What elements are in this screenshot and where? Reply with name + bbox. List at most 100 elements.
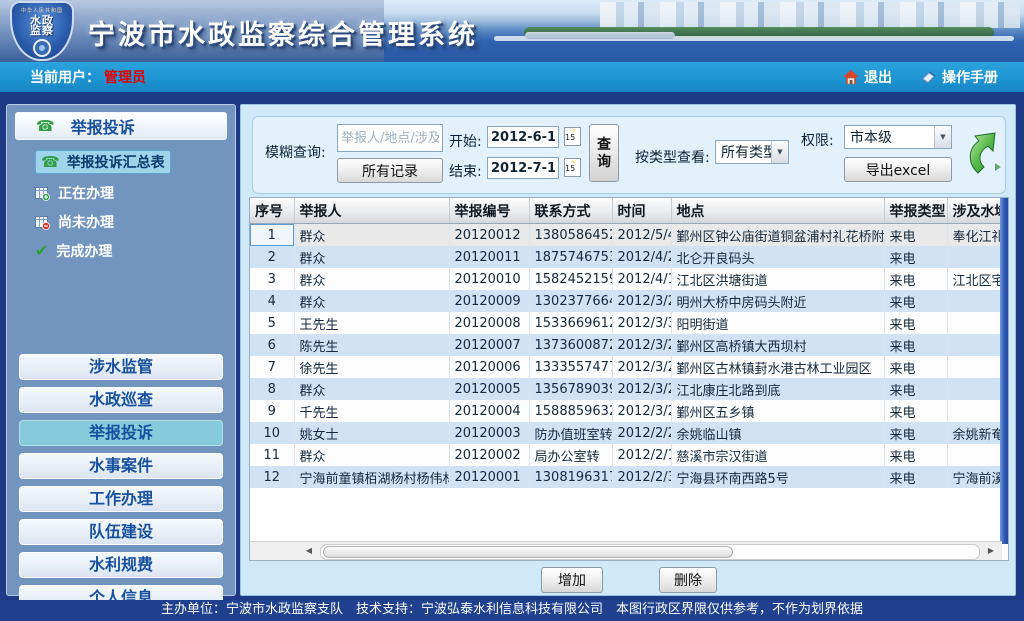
table-row[interactable]: 5王先生20120008153366961212012/3/31阳明街道来电 [250, 312, 1002, 334]
table-cell[interactable]: 13023776649 [529, 290, 612, 312]
table-cell[interactable]: 13081963176 [529, 466, 612, 488]
table-cell[interactable]: 20120002 [449, 444, 529, 466]
table-cell[interactable]: 来电 [884, 334, 947, 356]
table-cell[interactable]: 20120003 [449, 422, 529, 444]
sidebar-section-header[interactable]: ☎ 举报投诉 [15, 112, 227, 140]
start-calendar-icon[interactable]: 15 [564, 127, 581, 146]
table-cell[interactable] [947, 246, 1002, 268]
table-row[interactable]: 8群众20120005135678903902012/3/26江北康庄北路到底来… [250, 378, 1002, 400]
table-row[interactable]: 3群众20120010158245215972012/4/17江北区洪塘街道来电… [250, 268, 1002, 290]
table-cell[interactable]: 18757467537 [529, 246, 612, 268]
table-cell[interactable]: 千先生 [294, 400, 449, 422]
table-cell[interactable]: 2012/2/10 [612, 444, 671, 466]
refresh-icon[interactable] [965, 127, 1007, 179]
table-cell[interactable]: 群众 [294, 246, 449, 268]
table-cell[interactable]: 11 [250, 444, 294, 466]
table-cell[interactable] [947, 312, 1002, 334]
permission-dropdown[interactable]: 市本级 ▼ [844, 125, 952, 149]
sidebar-item-not-handled[interactable]: 尚未办理 [35, 212, 235, 232]
table-cell[interactable]: 2 [250, 246, 294, 268]
table-cell[interactable]: 2012/3/26 [612, 378, 671, 400]
table-cell[interactable]: 20120009 [449, 290, 529, 312]
delete-button[interactable]: 删除 [659, 567, 717, 593]
module-water-patrol[interactable]: 水政巡查 [19, 387, 223, 413]
table-cell[interactable]: 慈溪市宗汉街道 [671, 444, 884, 466]
table-cell[interactable]: 20120012 [449, 224, 529, 247]
table-cell[interactable]: 群众 [294, 224, 449, 247]
table-cell[interactable]: 5 [250, 312, 294, 334]
table-cell[interactable]: 20120011 [449, 246, 529, 268]
module-water-supervision[interactable]: 涉水监管 [19, 354, 223, 380]
table-cell[interactable]: 20120001 [449, 466, 529, 488]
table-cell[interactable]: 2012/3/23 [612, 400, 671, 422]
table-cell[interactable]: 宁海前溪 [947, 466, 1002, 488]
table-cell[interactable]: 20120005 [449, 378, 529, 400]
logout-button[interactable]: 退出 [843, 67, 892, 87]
table-cell[interactable] [947, 334, 1002, 356]
table-cell[interactable]: 15824521597 [529, 268, 612, 290]
export-excel-button[interactable]: 导出excel [844, 157, 952, 182]
table-cell[interactable]: 来电 [884, 400, 947, 422]
table-cell[interactable]: 来电 [884, 312, 947, 334]
table-cell[interactable]: 20120008 [449, 312, 529, 334]
query-button[interactable]: 查询 [589, 124, 619, 182]
table-cell[interactable]: 6 [250, 334, 294, 356]
table-cell[interactable]: 2012/2/3 [612, 466, 671, 488]
add-button[interactable]: 增加 [541, 567, 603, 593]
table-cell[interactable]: 群众 [294, 378, 449, 400]
table-cell[interactable]: 陈先生 [294, 334, 449, 356]
table-row[interactable]: 7徐先生20120006133355747782012/3/29鄞州区古林镇葑水… [250, 356, 1002, 378]
scrollbar-thumb[interactable] [323, 546, 733, 558]
column-header[interactable]: 联系方式 [529, 198, 612, 224]
table-cell[interactable]: 鄞州区古林镇葑水港古林工业园区 [671, 356, 884, 378]
table-cell[interactable]: 20120004 [449, 400, 529, 422]
module-work-handling[interactable]: 工作办理 [19, 486, 223, 512]
table-cell[interactable]: 13567890390 [529, 378, 612, 400]
table-cell[interactable]: 宁海县环南西路5号 [671, 466, 884, 488]
table-cell[interactable]: 1 [250, 224, 294, 247]
table-cell[interactable]: 10 [250, 422, 294, 444]
table-row[interactable]: 1群众20120012138058645282012/5/4鄞州区钟公庙街道铜盆… [250, 224, 1002, 247]
column-header[interactable]: 举报类型 [884, 198, 947, 224]
table-cell[interactable] [947, 290, 1002, 312]
table-cell[interactable]: 徐先生 [294, 356, 449, 378]
table-cell[interactable] [947, 444, 1002, 466]
horizontal-scrollbar[interactable]: ◀ ▶ [250, 541, 1002, 560]
table-cell[interactable]: 2012/4/17 [612, 268, 671, 290]
table-cell[interactable]: 群众 [294, 290, 449, 312]
table-cell[interactable]: 3 [250, 268, 294, 290]
table-cell[interactable]: 姚女士 [294, 422, 449, 444]
column-header[interactable]: 地点 [671, 198, 884, 224]
table-cell[interactable]: 20120006 [449, 356, 529, 378]
module-water-cases[interactable]: 水事案件 [19, 453, 223, 479]
table-cell[interactable]: 余姚新奄 [947, 422, 1002, 444]
table-cell[interactable]: 2012/2/23 [612, 422, 671, 444]
table-cell[interactable] [947, 378, 1002, 400]
table-row[interactable]: 9千先生20120004158885963252012/3/23鄞州区五乡镇来电 [250, 400, 1002, 422]
table-cell[interactable]: 阳明街道 [671, 312, 884, 334]
all-records-button[interactable]: 所有记录 [337, 158, 443, 183]
table-cell[interactable]: 2012/3/29 [612, 334, 671, 356]
end-date-input[interactable] [487, 157, 559, 179]
table-cell[interactable]: 13335574778 [529, 356, 612, 378]
table-row[interactable]: 2群众20120011187574675372012/4/23北仑开良码头来电 [250, 246, 1002, 268]
table-cell[interactable] [947, 356, 1002, 378]
sidebar-item-in-progress[interactable]: 正在办理 [35, 183, 235, 203]
table-cell[interactable] [947, 400, 1002, 422]
table-row[interactable]: 6陈先生20120007137360087292012/3/29鄞州区高桥镇大西… [250, 334, 1002, 356]
table-cell[interactable]: 来电 [884, 290, 947, 312]
table-cell[interactable]: 宁海前童镇栢湖杨村杨伟林 [294, 466, 449, 488]
sidebar-item-summary-table[interactable]: ☎ 举报投诉汇总表 [35, 150, 235, 174]
table-row[interactable]: 11群众20120002局办公室转2012/2/10慈溪市宗汉街道来电 [250, 444, 1002, 466]
column-header[interactable]: 举报编号 [449, 198, 529, 224]
table-cell[interactable]: 13805864528 [529, 224, 612, 247]
table-cell[interactable]: 群众 [294, 268, 449, 290]
sidebar-item-completed[interactable]: ✔ 完成办理 [35, 241, 235, 261]
table-cell[interactable]: 防办值班室转 [529, 422, 612, 444]
table-cell[interactable]: 北仑开良码头 [671, 246, 884, 268]
table-cell[interactable]: 15336696121 [529, 312, 612, 334]
table-cell[interactable]: 20120010 [449, 268, 529, 290]
table-cell[interactable]: 来电 [884, 444, 947, 466]
table-cell[interactable]: 王先生 [294, 312, 449, 334]
table-cell[interactable]: 15888596325 [529, 400, 612, 422]
